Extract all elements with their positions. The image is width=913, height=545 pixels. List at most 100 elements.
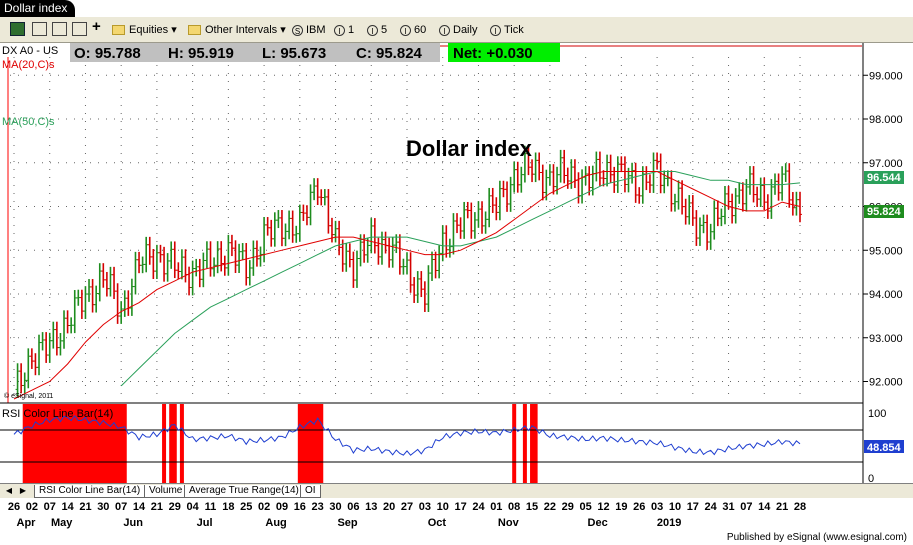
price-tick-label: 93.000 [869,333,903,345]
day-tick-label: 21 [79,501,91,513]
rsi-overbought-band [308,404,313,483]
tab-atr[interactable]: Average True Range(14) [184,485,304,498]
month-tick-label: Sep [337,517,357,529]
price-tick-label: 92.000 [869,377,903,389]
publisher-credit: Published by eSignal (www.esignal.com) [726,532,907,543]
folder-icon [188,25,201,36]
day-tick-label: 23 [312,501,324,513]
day-tick-label: 03 [651,501,663,513]
day-tick-label: 26 [633,501,645,513]
day-tick-label: 04 [187,501,200,513]
window-title-tab[interactable]: Dollar index [0,0,75,17]
day-tick-label: 24 [705,501,718,513]
page-icon[interactable] [52,22,67,36]
rsi-overbought-band [530,404,535,483]
chart-background [0,43,913,483]
day-tick-label: 26 [8,501,20,513]
interval-icon: I [439,24,450,36]
zoom-icon[interactable] [32,22,47,36]
rsi-overbought-band [315,404,320,483]
tab-volume[interactable]: Volume [144,485,188,498]
price-tick-label: 94.000 [869,289,903,301]
day-tick-label: 18 [222,501,234,513]
last-price-value: 95.824 [867,206,902,218]
interval-daily-button[interactable]: I Daily [439,22,477,38]
interval-1-button[interactable]: I1 [334,22,354,38]
symbol-label: DX A0 - US [2,45,58,57]
day-tick-label: 01 [490,501,502,513]
interval-icon: I [334,24,345,36]
chart-title: Dollar index [406,136,533,161]
day-tick-label: 07 [44,501,56,513]
month-tick-label: May [51,517,73,529]
day-tick-label: 20 [383,501,395,513]
day-tick-label: 29 [169,501,181,513]
quote-net: Net: +0.030 [453,45,533,62]
other-intervals-dropdown[interactable]: Other Intervals ▾ [188,22,286,38]
ma50-value: 96.544 [867,172,902,184]
month-tick-label: Jul [197,517,213,529]
ma20-legend: MA(20,C)s [2,59,55,71]
rsi-overbought-band [122,404,127,483]
day-tick-label: 21 [151,501,163,513]
symbol-icon: S [292,24,303,36]
tab-oi[interactable]: OI [300,485,321,498]
day-tick-label: 11 [205,501,217,513]
rsi-overbought-band [533,404,538,483]
day-tick-label: 07 [115,501,127,513]
interval-60-button[interactable]: I 60 [400,22,426,38]
day-tick-label: 05 [580,501,592,513]
folder-icon [112,25,125,36]
tab-scroll-left-icon[interactable]: ◀ [4,485,14,497]
equities-dropdown[interactable]: Equities ▾ [112,22,177,38]
day-tick-label: 30 [329,501,341,513]
quote-open: O: 95.788 [74,45,141,62]
day-tick-label: 15 [526,501,538,513]
window-title: Dollar index [4,1,68,15]
rsi-tick-100: 100 [868,408,886,420]
day-tick-label: 27 [401,501,413,513]
day-tick-label: 10 [669,501,681,513]
day-tick-label: 08 [508,501,520,513]
day-tick-label: 14 [133,501,146,513]
interval-5-button[interactable]: I5 [367,22,387,38]
day-tick-label: 31 [722,501,734,513]
day-tick-label: 22 [544,501,556,513]
rsi-overbought-band [297,404,302,483]
rsi-overbought-band [162,404,167,483]
rsi-overbought-band [179,404,184,483]
price-tick-label: 97.000 [869,158,903,170]
day-tick-label: 19 [615,501,627,513]
symbol-ibm-button[interactable]: S IBM [292,22,326,38]
rsi-overbought-band [172,404,177,483]
quote-low: L: 95.673 [262,45,326,62]
quote-close: C: 95.824 [356,45,423,62]
rsi-overbought-band [512,404,517,483]
month-tick-label: 2019 [657,517,681,529]
chart-icon[interactable] [10,22,25,36]
copy-icon[interactable] [72,22,87,36]
interval-tick-button[interactable]: I Tick [490,22,524,38]
day-tick-label: 12 [597,501,609,513]
rsi-overbought-band [319,404,324,483]
day-tick-label: 21 [776,501,788,513]
rsi-overbought-band [522,404,527,483]
month-tick-label: Jun [123,517,143,529]
day-tick-label: 02 [258,501,270,513]
plus-icon[interactable]: + [92,19,101,35]
rsi-legend: RSI Color Line Bar(14) [2,408,113,420]
tab-scroll-right-icon[interactable]: ▶ [18,485,28,497]
price-chart[interactable]: 92.00093.00094.00095.00096.00097.00098.0… [0,43,913,483]
rsi-overbought-band [312,404,317,483]
price-tick-label: 99.000 [869,70,903,82]
tab-rsi[interactable]: RSI Color Line Bar(14) [34,485,146,498]
day-tick-label: 10 [437,501,449,513]
month-tick-label: Dec [588,517,608,529]
day-tick-label: 14 [61,501,74,513]
day-tick-label: 17 [687,501,699,513]
rsi-value: 48.854 [867,442,902,454]
rsi-overbought-band [115,404,120,483]
day-tick-label: 09 [276,501,288,513]
rsi-overbought-band [169,404,174,483]
day-tick-label: 03 [419,501,431,513]
